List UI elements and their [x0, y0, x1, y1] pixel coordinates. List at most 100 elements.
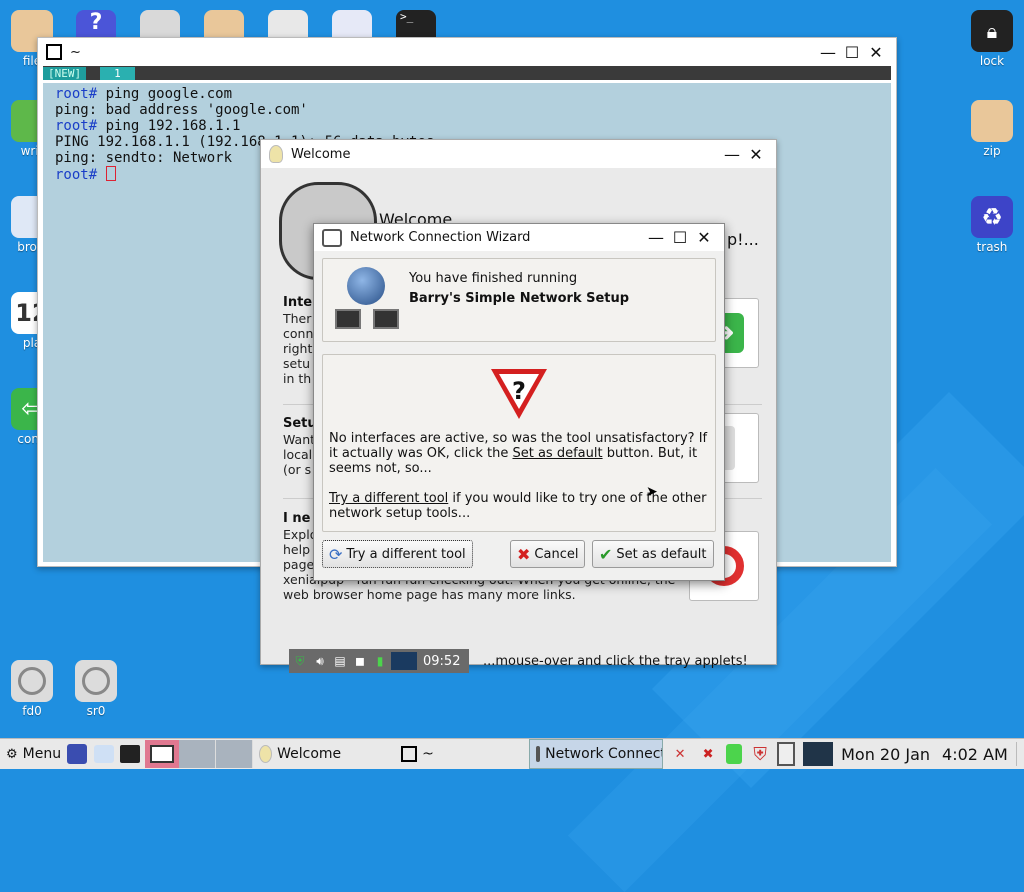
drive-sr0[interactable]: sr0 [66, 660, 126, 718]
checkmark-icon: ✔ [599, 544, 613, 564]
workspace-1[interactable] [179, 740, 217, 768]
button-label: Set as default [616, 546, 707, 562]
welcome-heading-right: p!... [727, 230, 759, 249]
folder-icon[interactable] [204, 10, 244, 38]
network-wizard-dialog[interactable]: Network Connection Wizard — ☐ ✕ You have… [313, 223, 725, 581]
tray-preview: ⛨ 🔊︎ ▤ ◼ ▮ 09:52 [289, 649, 469, 673]
prompt: root# [55, 86, 98, 102]
taskbar-window-network[interactable]: Network Connect [529, 739, 664, 769]
desktop-show-icon[interactable] [67, 744, 88, 764]
taskbar-window-terminal[interactable]: ~ [395, 740, 529, 768]
drive-status-icon[interactable] [723, 743, 745, 765]
menu-button[interactable]: ⚙ Menu [0, 740, 67, 768]
line-text: ping: bad address 'google.com' [55, 102, 308, 118]
mute-icon[interactable]: ✕ [669, 743, 691, 765]
lightbulb-icon [259, 745, 273, 763]
lightbulb-icon [269, 145, 283, 163]
close-button[interactable]: ✕ [864, 43, 888, 62]
refresh-icon: ⟳ [329, 544, 343, 564]
maximize-button[interactable]: ☐ [668, 228, 692, 247]
desktop-icon-label: lock [979, 54, 1005, 68]
clipboard-icon: ▤ [334, 654, 346, 668]
terminal-line: ping: bad address 'google.com' [55, 102, 879, 118]
window-title: Welcome [291, 146, 351, 162]
svg-text:?: ? [512, 377, 526, 405]
message-text: No interfaces are active, so was the too… [329, 431, 709, 476]
taskbar-window-label: Welcome [277, 746, 342, 762]
menu-label: Menu [22, 746, 62, 762]
screenshot-icon[interactable] [145, 740, 180, 768]
text-cursor [105, 166, 116, 181]
minimize-button[interactable]: — [816, 43, 840, 62]
wizard-titlebar[interactable]: Network Connection Wizard — ☐ ✕ [314, 224, 724, 251]
globe-network-icon [335, 267, 399, 329]
button-label: Try a different tool [346, 546, 466, 562]
line-text: ping: sendto: Network [55, 150, 233, 166]
try-different-tool-button[interactable]: ⟳ Try a different tool [322, 540, 473, 568]
minimize-button[interactable]: — [720, 145, 744, 164]
terminal-icon[interactable] [119, 743, 141, 765]
clock-date[interactable]: Mon 20 Jan [841, 745, 930, 764]
firewall-shield-icon[interactable]: ⛨ [749, 743, 771, 765]
clock-time[interactable]: 4:02 AM [942, 745, 1008, 764]
finished-line1: You have finished running [409, 271, 578, 286]
tab-1[interactable]: 1 [100, 66, 135, 80]
finished-panel: You have finished running Barry's Simple… [322, 258, 716, 342]
set-as-default-link[interactable]: Set as default [512, 446, 602, 461]
desktop-icon-lock[interactable]: 🔒︎ lock [962, 10, 1022, 68]
tray-time: 09:52 [423, 653, 461, 669]
warning-question-icon: ? [489, 365, 549, 421]
line-text: ping google.com [97, 86, 233, 102]
mixer-icon[interactable] [268, 10, 308, 38]
drive-label: fd0 [22, 704, 42, 718]
network-icon: ◼ [355, 654, 365, 668]
terminal-titlebar[interactable]: ~ — ☐ ✕ [38, 38, 896, 66]
lock-icon: 🔒︎ [971, 10, 1013, 52]
disc-icon[interactable] [140, 10, 180, 38]
set-as-default-button[interactable]: ✔ Set as default [592, 540, 714, 568]
welcome-titlebar[interactable]: Welcome — ✕ [261, 140, 776, 168]
cpu-graph-icon [391, 652, 417, 670]
minimize-button[interactable]: — [644, 228, 668, 247]
try-different-tool-link[interactable]: Try a different tool [329, 491, 448, 506]
window-icon [46, 44, 62, 60]
drive-label: sr0 [86, 704, 106, 718]
network-disconnected-icon[interactable]: ✖ [697, 743, 719, 765]
close-button[interactable]: ✕ [692, 228, 716, 247]
desktop-icon-zip[interactable]: zip [962, 100, 1022, 158]
window-title: ~ [70, 44, 81, 60]
window-icon [401, 746, 418, 762]
prompt: root# [55, 167, 98, 183]
terminal-icon[interactable]: >_ [396, 10, 436, 38]
mouse-pointer-icon: ➤ [646, 484, 658, 500]
taskbar-window-label: Network Connect [545, 746, 664, 762]
files-icon[interactable] [93, 743, 115, 765]
close-button[interactable]: ✕ [744, 145, 768, 164]
taskbar-window-welcome[interactable]: Welcome [253, 740, 395, 768]
optical-drive-icon [75, 660, 117, 702]
desktop-icon-label: zip [983, 144, 1001, 158]
terminal-line: root# ping google.com [55, 86, 879, 102]
section-heading: Inte [283, 295, 313, 310]
puppy-paw-icon: ⚙ [6, 746, 18, 762]
help-icon[interactable]: ? [76, 10, 116, 38]
drive-icon [11, 660, 53, 702]
network-plug-icon [536, 746, 541, 762]
clipboard-icon[interactable] [775, 742, 797, 766]
cancel-button[interactable]: ✖ Cancel [510, 540, 586, 568]
terminal-tabs: [NEW] 1 [43, 66, 891, 80]
workspace-2[interactable] [216, 740, 254, 768]
taskbar-window-label: ~ [422, 746, 434, 762]
tray-hint: ...mouse-over and click the tray applets… [483, 654, 748, 669]
drive-fd0[interactable]: fd0 [2, 660, 62, 718]
archive-icon [971, 100, 1013, 142]
taskbar-end-separator [1015, 742, 1017, 766]
notes-icon[interactable] [332, 10, 372, 38]
tab-new[interactable]: [NEW] [43, 66, 87, 80]
cpu-graph-icon[interactable] [803, 742, 834, 766]
section-text: Ther conn right setu in th [283, 311, 314, 386]
recycle-icon: ♻ [971, 196, 1013, 238]
shield-icon: ⛨ [295, 653, 305, 668]
maximize-button[interactable]: ☐ [840, 43, 864, 62]
desktop-icon-trash[interactable]: ♻ trash [962, 196, 1022, 254]
